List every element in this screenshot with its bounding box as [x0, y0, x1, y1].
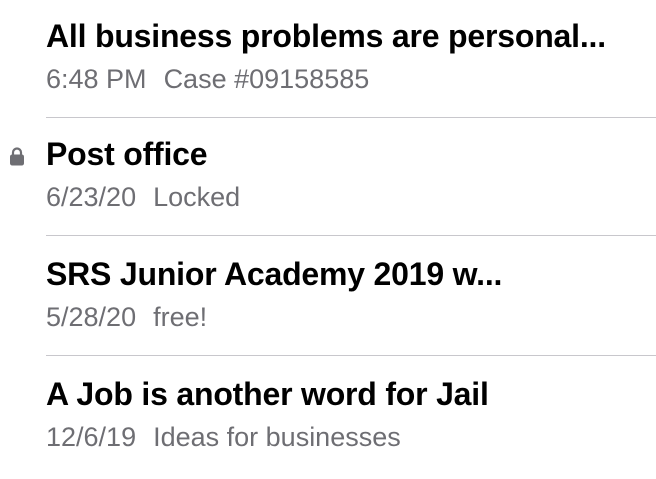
note-title: A Job is another word for Jail [46, 376, 489, 412]
note-meta: 5/28/20 free! [46, 300, 644, 334]
note-date: 6/23/20 [46, 182, 137, 212]
note-row[interactable]: All business problems are personal... 6:… [0, 0, 656, 121]
note-title: All business problems are personal... [46, 18, 606, 54]
lock-icon [10, 147, 24, 166]
note-preview: Locked [153, 182, 241, 212]
note-date: 5/28/20 [46, 302, 137, 332]
notes-list: All business problems are personal... 6:… [0, 0, 656, 475]
note-preview: Case #09158585 [163, 64, 370, 94]
note-row[interactable]: SRS Junior Academy 2019 w... 5/28/20 free… [0, 238, 656, 359]
note-meta: 12/6/19 Ideas for businesses [46, 420, 644, 454]
note-title: SRS Junior Academy 2019 w... [46, 256, 503, 292]
note-row[interactable]: A Job is another word for Jail 12/6/19 Id… [0, 358, 656, 479]
note-date: 12/6/19 [46, 422, 137, 452]
note-meta: 6/23/20 Locked [46, 180, 644, 214]
note-preview: Ideas for businesses [153, 422, 401, 452]
row-divider [46, 235, 656, 236]
note-preview: free! [153, 302, 208, 332]
note-title: Post office [46, 136, 208, 172]
note-date: 6:48 PM [46, 64, 147, 94]
row-divider [46, 355, 656, 356]
note-meta: 6:48 PM Case #09158585 [46, 62, 644, 96]
note-row-locked[interactable]: Post office 6/23/20 Locked [0, 118, 656, 239]
